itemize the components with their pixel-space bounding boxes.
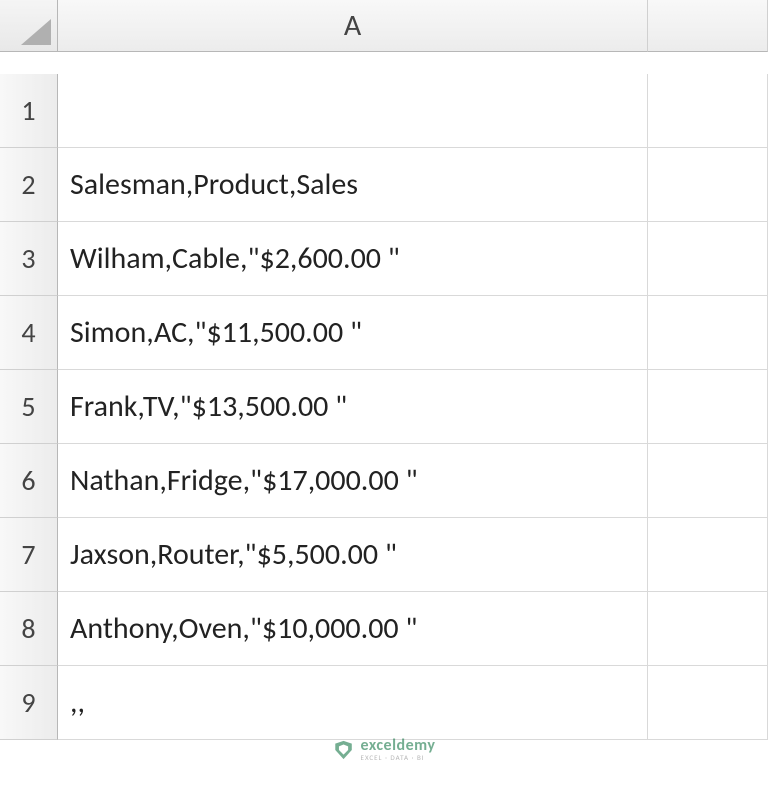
row-header-2[interactable]: 2: [0, 148, 58, 222]
watermark-sub-label: EXCEL · DATA · BI: [361, 754, 436, 761]
cell-A5[interactable]: Frank,TV,"$13,500.00 ": [58, 370, 648, 444]
cell-A4[interactable]: Simon,AC,"$11,500.00 ": [58, 296, 648, 370]
select-all-corner[interactable]: [0, 0, 58, 52]
cell-B6[interactable]: [648, 444, 768, 518]
cell-A7[interactable]: Jaxson,Router,"$5,500.00 ": [58, 518, 648, 592]
watermark-logo-icon: [333, 739, 355, 761]
row-header-3[interactable]: 3: [0, 222, 58, 296]
cell-A1[interactable]: [58, 74, 648, 148]
row-header-5[interactable]: 5: [0, 370, 58, 444]
row-header-8[interactable]: 8: [0, 592, 58, 666]
column-header-A[interactable]: A: [58, 0, 648, 52]
cell-B9[interactable]: [648, 666, 768, 740]
row-header-9[interactable]: 9: [0, 666, 58, 740]
watermark: exceldemy EXCEL · DATA · BI: [333, 738, 436, 761]
cell-A8[interactable]: Anthony,Oven,"$10,000.00 ": [58, 592, 648, 666]
cell-A2[interactable]: Salesman,Product,Sales: [58, 148, 648, 222]
cell-B3[interactable]: [648, 222, 768, 296]
row-header-7[interactable]: 7: [0, 518, 58, 592]
row-header-6[interactable]: 6: [0, 444, 58, 518]
cell-B8[interactable]: [648, 592, 768, 666]
watermark-text: exceldemy EXCEL · DATA · BI: [361, 738, 436, 761]
cell-B4[interactable]: [648, 296, 768, 370]
column-header-next[interactable]: [648, 0, 768, 52]
cell-B7[interactable]: [648, 518, 768, 592]
cell-A3[interactable]: Wilham,Cable,"$2,600.00 ": [58, 222, 648, 296]
cell-A6[interactable]: Nathan,Fridge,"$17,000.00 ": [58, 444, 648, 518]
spreadsheet-grid: A 1 2 Salesman,Product,Sales 3 Wilham,Ca…: [0, 0, 768, 740]
watermark-main-label: exceldemy: [361, 738, 436, 754]
cell-B2[interactable]: [648, 148, 768, 222]
cell-A9[interactable]: ,,: [58, 666, 648, 740]
row-header-4[interactable]: 4: [0, 296, 58, 370]
cell-B5[interactable]: [648, 370, 768, 444]
cell-B1[interactable]: [648, 74, 768, 148]
row-header-1[interactable]: 1: [0, 74, 58, 148]
